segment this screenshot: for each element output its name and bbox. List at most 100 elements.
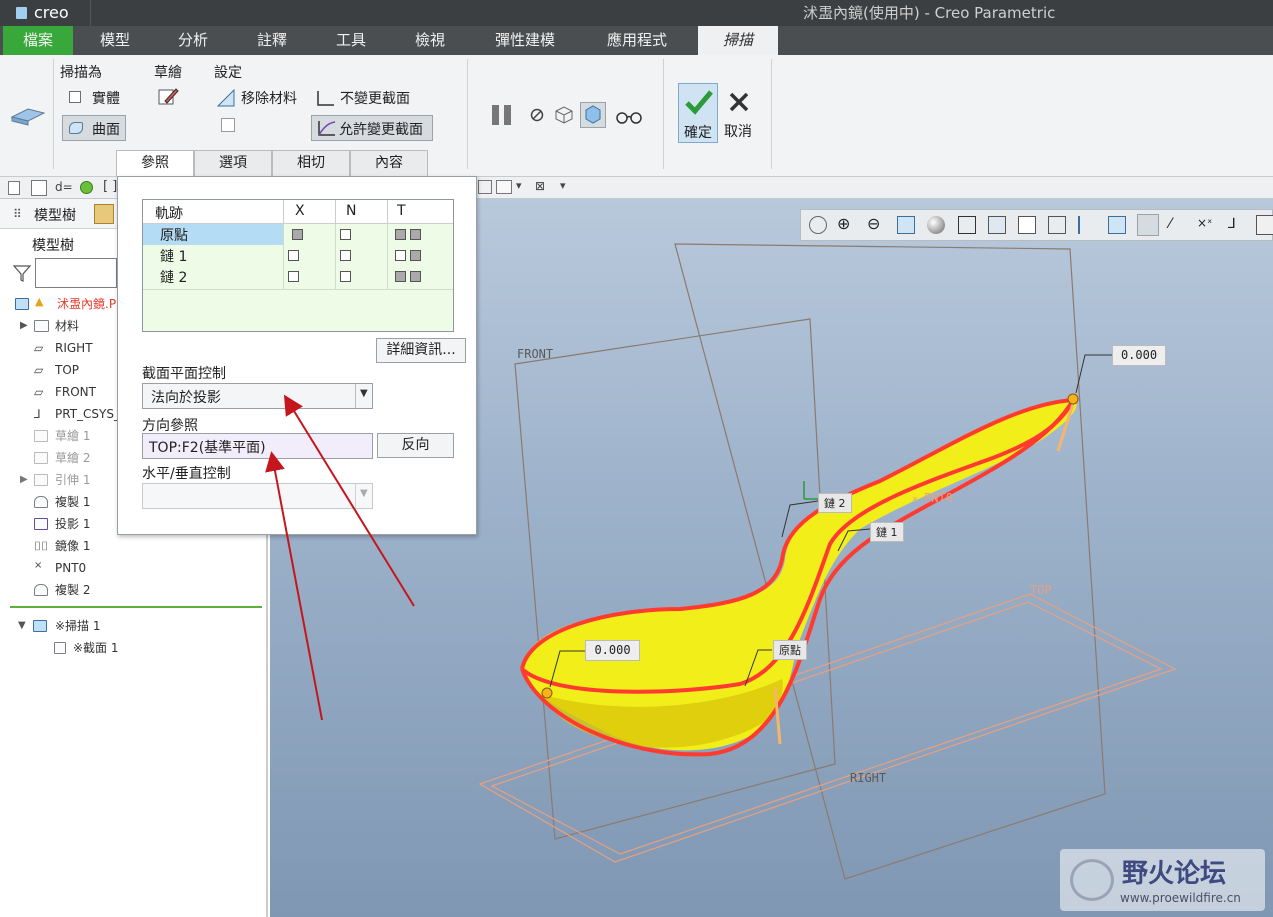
constant-section-button[interactable]: 不變更截面 xyxy=(315,87,425,109)
chain2-x-checkbox[interactable] xyxy=(288,271,299,282)
menu-analysis[interactable]: 分析 xyxy=(158,26,228,55)
subtab-tangency[interactable]: 相切 xyxy=(272,150,350,176)
subtab-properties[interactable]: 內容 xyxy=(350,150,428,176)
regenerate-icon[interactable] xyxy=(31,180,47,196)
verify-mode-button[interactable] xyxy=(615,107,643,125)
subtab-options[interactable]: 選項 xyxy=(194,150,272,176)
remove-material-icon xyxy=(217,89,235,107)
ribbon: 掃描為 實體 曲面 草繪 設定 移除材料 不變更截面 允許變更截面 參照 選項 … xyxy=(0,55,1273,177)
chevron-down-icon: ▼ xyxy=(360,388,368,399)
appearance-icon[interactable] xyxy=(80,181,93,194)
chain2-t-checkbox-b[interactable] xyxy=(410,271,421,282)
menu-view[interactable]: 檢視 xyxy=(395,26,465,55)
hv-control-select[interactable]: ▼ xyxy=(142,483,373,509)
dim-top-value[interactable]: 0.000 xyxy=(1112,345,1166,366)
tab-model-tree[interactable]: 模型樹 xyxy=(34,205,76,225)
sketch-icon xyxy=(34,452,48,464)
origin-x-checkbox[interactable] xyxy=(292,229,303,240)
app-logo: creo xyxy=(34,3,69,22)
feature-preview-button[interactable] xyxy=(580,102,606,128)
model-tree-header: 模型樹 xyxy=(32,238,74,254)
menu-sweep[interactable]: 掃描 xyxy=(698,26,778,55)
subtab-references[interactable]: 參照 xyxy=(116,150,194,176)
menu-flexible-modeling[interactable]: 彈性建模 xyxy=(478,26,572,55)
direction-ref-collector[interactable]: TOP:F2(基準平面) xyxy=(142,433,373,459)
ribbon-separator xyxy=(771,59,772,169)
table-row[interactable]: 鏈 2 xyxy=(143,266,453,287)
section-plane-select[interactable]: 法向於投影 ▼ xyxy=(142,383,373,409)
datum-point-icon: × xyxy=(34,560,43,571)
close-window-icon[interactable]: ⊠ xyxy=(535,179,545,193)
new-document-icon[interactable] xyxy=(8,181,20,195)
insert-indicator xyxy=(10,606,262,608)
pause-button[interactable] xyxy=(490,103,514,127)
windows-icon[interactable] xyxy=(496,180,512,194)
start-point-icon[interactable] xyxy=(541,687,553,699)
trajectory-table-header: 軌跡 X N T xyxy=(143,200,453,224)
expand-arrow-icon[interactable]: ▶ xyxy=(20,315,28,337)
right-datum-plane[interactable] xyxy=(674,243,1106,880)
ribbon-separator xyxy=(467,59,468,169)
tree-search-input[interactable] xyxy=(35,258,117,288)
mirror-icon: ⌷⌷ xyxy=(34,539,49,553)
origin-label[interactable]: 原點 xyxy=(773,640,807,660)
variable-section-button[interactable]: 允許變更截面 xyxy=(311,115,433,141)
chain2-n-checkbox[interactable] xyxy=(340,271,351,282)
bracket-icon[interactable]: [ ] xyxy=(103,179,117,194)
relations-icon[interactable]: d= xyxy=(55,180,73,194)
constant-section-icon xyxy=(317,91,334,106)
spoon-surface[interactable] xyxy=(522,399,1077,751)
hv-control-label: 水平/垂直控制 xyxy=(142,466,231,482)
chain1-n-checkbox[interactable] xyxy=(340,250,351,261)
folder-browser-tab-icon[interactable] xyxy=(94,204,114,224)
origin-t-checkbox-b[interactable] xyxy=(410,229,421,240)
chain1-t-checkbox-b[interactable] xyxy=(410,250,421,261)
expand-arrow-icon[interactable]: ▶ xyxy=(20,469,28,491)
solid-label: 實體 xyxy=(92,91,120,107)
flip-button[interactable]: 反向 xyxy=(377,433,454,458)
variable-section-label: 允許變更截面 xyxy=(339,122,423,138)
filter-icon[interactable] xyxy=(12,263,32,283)
geometry-preview-button[interactable] xyxy=(553,105,575,125)
chain1-x-checkbox[interactable] xyxy=(288,250,299,261)
dim-left-value[interactable]: 0.000 xyxy=(585,640,640,661)
tree-item-pnt0[interactable]: × PNT0 xyxy=(0,557,268,579)
table-row[interactable]: 鏈 1 xyxy=(143,245,453,266)
more-tools-dropdown-icon[interactable]: ▾ xyxy=(560,179,566,192)
chain1-t-checkbox-a[interactable] xyxy=(395,250,406,261)
chain-2-label[interactable]: 鏈 2 xyxy=(818,493,852,513)
chain2-t-checkbox-a[interactable] xyxy=(395,271,406,282)
feature-preview-icon xyxy=(585,105,601,124)
collapse-arrow-icon[interactable]: ▼ xyxy=(18,615,26,637)
ribbon-separator xyxy=(53,59,54,169)
title-separator xyxy=(90,0,91,26)
menu-model[interactable]: 模型 xyxy=(80,26,150,55)
tree-item-section-1[interactable]: ※截面 1 xyxy=(0,637,268,659)
layers-icon[interactable] xyxy=(478,180,492,194)
windows-dropdown-icon[interactable]: ▾ xyxy=(516,179,522,192)
chain-1-label[interactable]: 鏈 1 xyxy=(870,522,904,542)
end-point-icon[interactable] xyxy=(1067,393,1079,405)
cancel-button[interactable]: 取消 xyxy=(722,83,756,143)
close-icon xyxy=(729,92,749,112)
details-button[interactable]: 詳細資訊... xyxy=(376,338,466,363)
solid-button[interactable]: 實體 xyxy=(62,87,132,109)
thicken-checkbox[interactable] xyxy=(221,118,235,136)
confirm-button[interactable]: 確定 xyxy=(678,83,718,143)
tree-item-mirror-1[interactable]: ⌷⌷ 鏡像 1 xyxy=(0,535,268,557)
surface-button[interactable]: 曲面 xyxy=(62,115,126,141)
sketch-button[interactable] xyxy=(157,86,179,108)
menu-file[interactable]: 檔案 xyxy=(3,26,73,55)
remove-material-button[interactable]: 移除材料 xyxy=(217,87,309,109)
origin-t-checkbox-a[interactable] xyxy=(395,229,406,240)
menu-annotate[interactable]: 註釋 xyxy=(237,26,307,55)
datum-plane-icon: ▱ xyxy=(34,385,44,399)
menu-applications[interactable]: 應用程式 xyxy=(590,26,684,55)
no-preview-button[interactable] xyxy=(529,107,545,123)
table-row[interactable]: 原點 xyxy=(143,224,453,245)
menu-tools[interactable]: 工具 xyxy=(316,26,386,55)
origin-n-checkbox[interactable] xyxy=(340,229,351,240)
tree-item-copy-2[interactable]: 複製 2 xyxy=(0,579,268,601)
col-x: X xyxy=(295,203,305,219)
tree-item-sweep-1[interactable]: ▼ ※掃描 1 xyxy=(0,615,268,637)
